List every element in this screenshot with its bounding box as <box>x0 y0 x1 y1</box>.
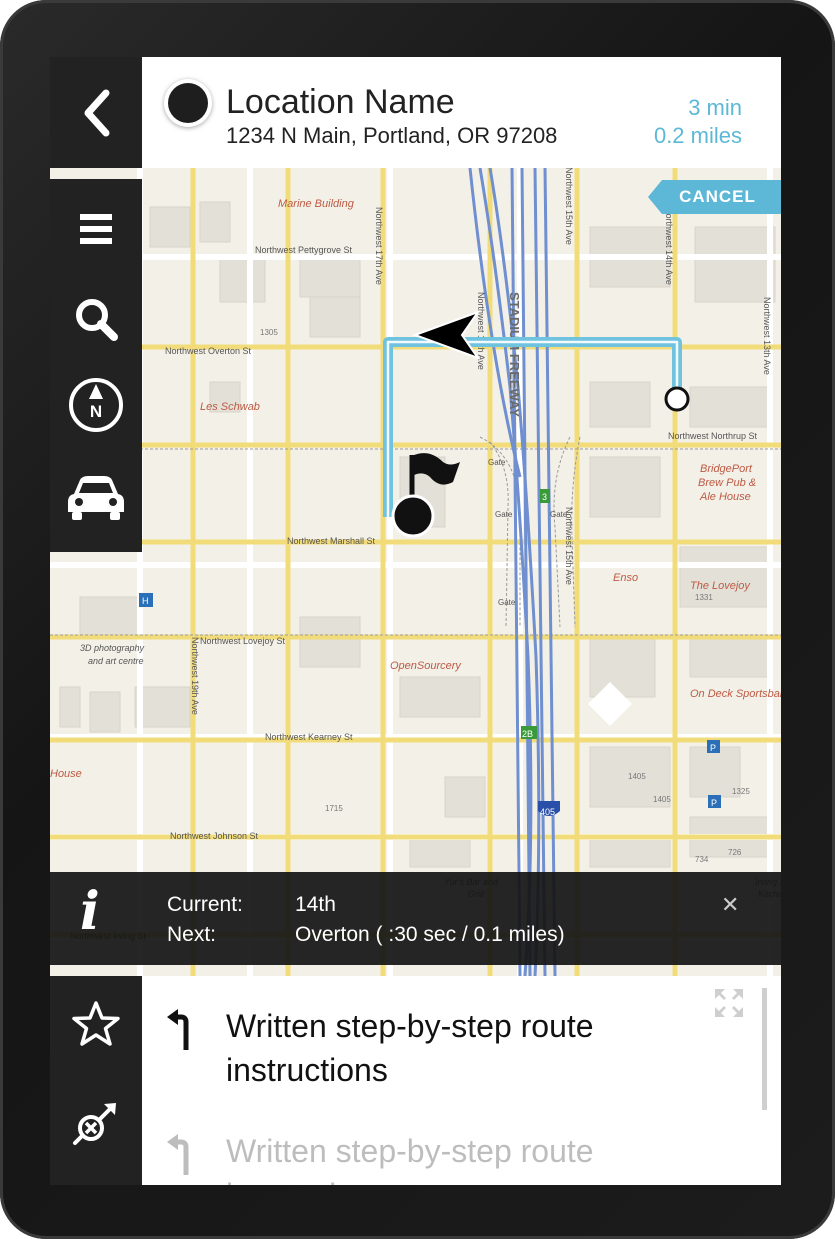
eta-time: 3 min <box>688 95 742 120</box>
svg-text:Gate: Gate <box>498 598 516 607</box>
back-button[interactable] <box>50 57 142 168</box>
info-icon: i <box>80 881 100 942</box>
no-route-icon <box>73 1103 116 1145</box>
svg-text:2B: 2B <box>522 729 533 739</box>
svg-text:3D photography: 3D photography <box>80 643 145 653</box>
bottom-sidebar <box>50 976 142 1185</box>
svg-text:Northwest Lovejoy St: Northwest Lovejoy St <box>200 636 286 646</box>
svg-text:Northwest 17th Ave: Northwest 17th Ave <box>374 207 384 285</box>
svg-text:Brew Pub &: Brew Pub & <box>698 477 756 489</box>
svg-text:405: 405 <box>540 807 555 817</box>
svg-text:BridgePort: BridgePort <box>700 463 753 475</box>
svg-text:Gate: Gate <box>488 458 506 467</box>
svg-text:Northwest Marshall St: Northwest Marshall St <box>287 536 376 546</box>
svg-text:Gate: Gate <box>495 510 513 519</box>
favorite-button[interactable] <box>50 996 142 1052</box>
svg-text:726: 726 <box>728 848 742 857</box>
screen: Northwest Pettygrove St Northwest Overto… <box>50 57 781 1185</box>
expand-icon[interactable] <box>712 986 746 1025</box>
svg-text:P: P <box>711 798 717 808</box>
svg-text:Northwest Pettygrove St: Northwest Pettygrove St <box>255 245 353 255</box>
search-button[interactable] <box>50 289 142 349</box>
svg-text:Northwest Kearney St: Northwest Kearney St <box>265 732 353 742</box>
star-icon <box>72 1001 120 1046</box>
svg-text:3: 3 <box>542 492 547 502</box>
svg-text:The Lovejoy: The Lovejoy <box>690 580 751 592</box>
svg-text:On Deck Sportsbar: On Deck Sportsbar <box>690 688 781 700</box>
next-label: Next: <box>167 923 217 946</box>
driving-mode-button[interactable] <box>50 467 142 529</box>
route-steps-panel[interactable]: Written step-by-step route instructions … <box>142 976 781 1185</box>
svg-text:Northwest 19th Ave: Northwest 19th Ave <box>190 637 200 715</box>
svg-text:1715: 1715 <box>325 804 343 813</box>
svg-text:and art centre: and art centre <box>88 656 144 666</box>
svg-text:H: H <box>142 596 149 606</box>
svg-text:Marine Building: Marine Building <box>278 198 355 210</box>
svg-text:Northwest Overton St: Northwest Overton St <box>165 346 252 356</box>
current-street: 14th <box>295 893 336 916</box>
svg-text:Gate: Gate <box>550 510 568 519</box>
map-tools-sidebar: N <box>50 179 142 552</box>
cancel-navigation-button[interactable]: CANCEL <box>648 180 781 214</box>
svg-text:Northwest 14th Ave: Northwest 14th Ave <box>664 207 674 285</box>
svg-text:Northwest 13th Ave: Northwest 13th Ave <box>762 297 772 375</box>
svg-text:Northwest Northrup St: Northwest Northrup St <box>668 431 758 441</box>
svg-text:1405: 1405 <box>653 795 671 804</box>
svg-text:House: House <box>50 768 82 780</box>
turn-left-icon <box>166 1008 196 1055</box>
svg-text:P: P <box>710 743 716 753</box>
car-icon <box>68 476 124 520</box>
route-step-current[interactable]: Written step-by-step route instructions <box>226 1004 686 1092</box>
close-icon[interactable]: ✕ <box>721 892 739 918</box>
hamburger-menu-icon <box>80 214 112 244</box>
menu-button[interactable] <box>50 199 142 259</box>
chevron-left-icon <box>50 57 142 168</box>
compass-north-icon: N <box>69 378 123 432</box>
turn-left-icon <box>166 1133 196 1180</box>
location-marker-icon <box>168 83 208 123</box>
svg-text:N: N <box>90 402 102 421</box>
svg-text:Northwest Johnson St: Northwest Johnson St <box>170 831 259 841</box>
svg-text:1331: 1331 <box>695 593 713 602</box>
svg-text:Les Schwab: Les Schwab <box>200 401 260 413</box>
svg-text:STADIUM FREEWAY: STADIUM FREEWAY <box>507 292 522 417</box>
location-name: Location Name <box>226 83 455 121</box>
current-label: Current: <box>167 893 243 916</box>
svg-text:Enso: Enso <box>613 572 638 584</box>
turn-info-bar: i Current: 14th Next: Overton ( :30 sec … <box>50 872 781 965</box>
svg-text:1405: 1405 <box>628 772 646 781</box>
destination-header: Location Name 1234 N Main, Portland, OR … <box>142 57 781 168</box>
next-street: Overton ( :30 sec / 0.1 miles) <box>295 923 565 946</box>
location-address: 1234 N Main, Portland, OR 97208 <box>226 123 558 148</box>
svg-text:1305: 1305 <box>260 328 278 337</box>
eta-distance: 0.2 miles <box>653 123 742 148</box>
svg-text:Northwest 15th Ave: Northwest 15th Ave <box>564 167 574 245</box>
current-position-marker <box>664 386 690 412</box>
compass-button[interactable]: N <box>50 375 142 435</box>
steps-scrollbar[interactable] <box>762 988 767 1110</box>
svg-text:734: 734 <box>695 855 709 864</box>
route-step-next[interactable]: Written step-by-step route instructions <box>226 1129 686 1185</box>
search-icon <box>76 299 118 341</box>
svg-text:OpenSourcery: OpenSourcery <box>390 660 462 672</box>
svg-text:1325: 1325 <box>732 787 750 796</box>
svg-text:Ale House: Ale House <box>699 491 751 503</box>
route-options-button[interactable] <box>50 1096 142 1152</box>
